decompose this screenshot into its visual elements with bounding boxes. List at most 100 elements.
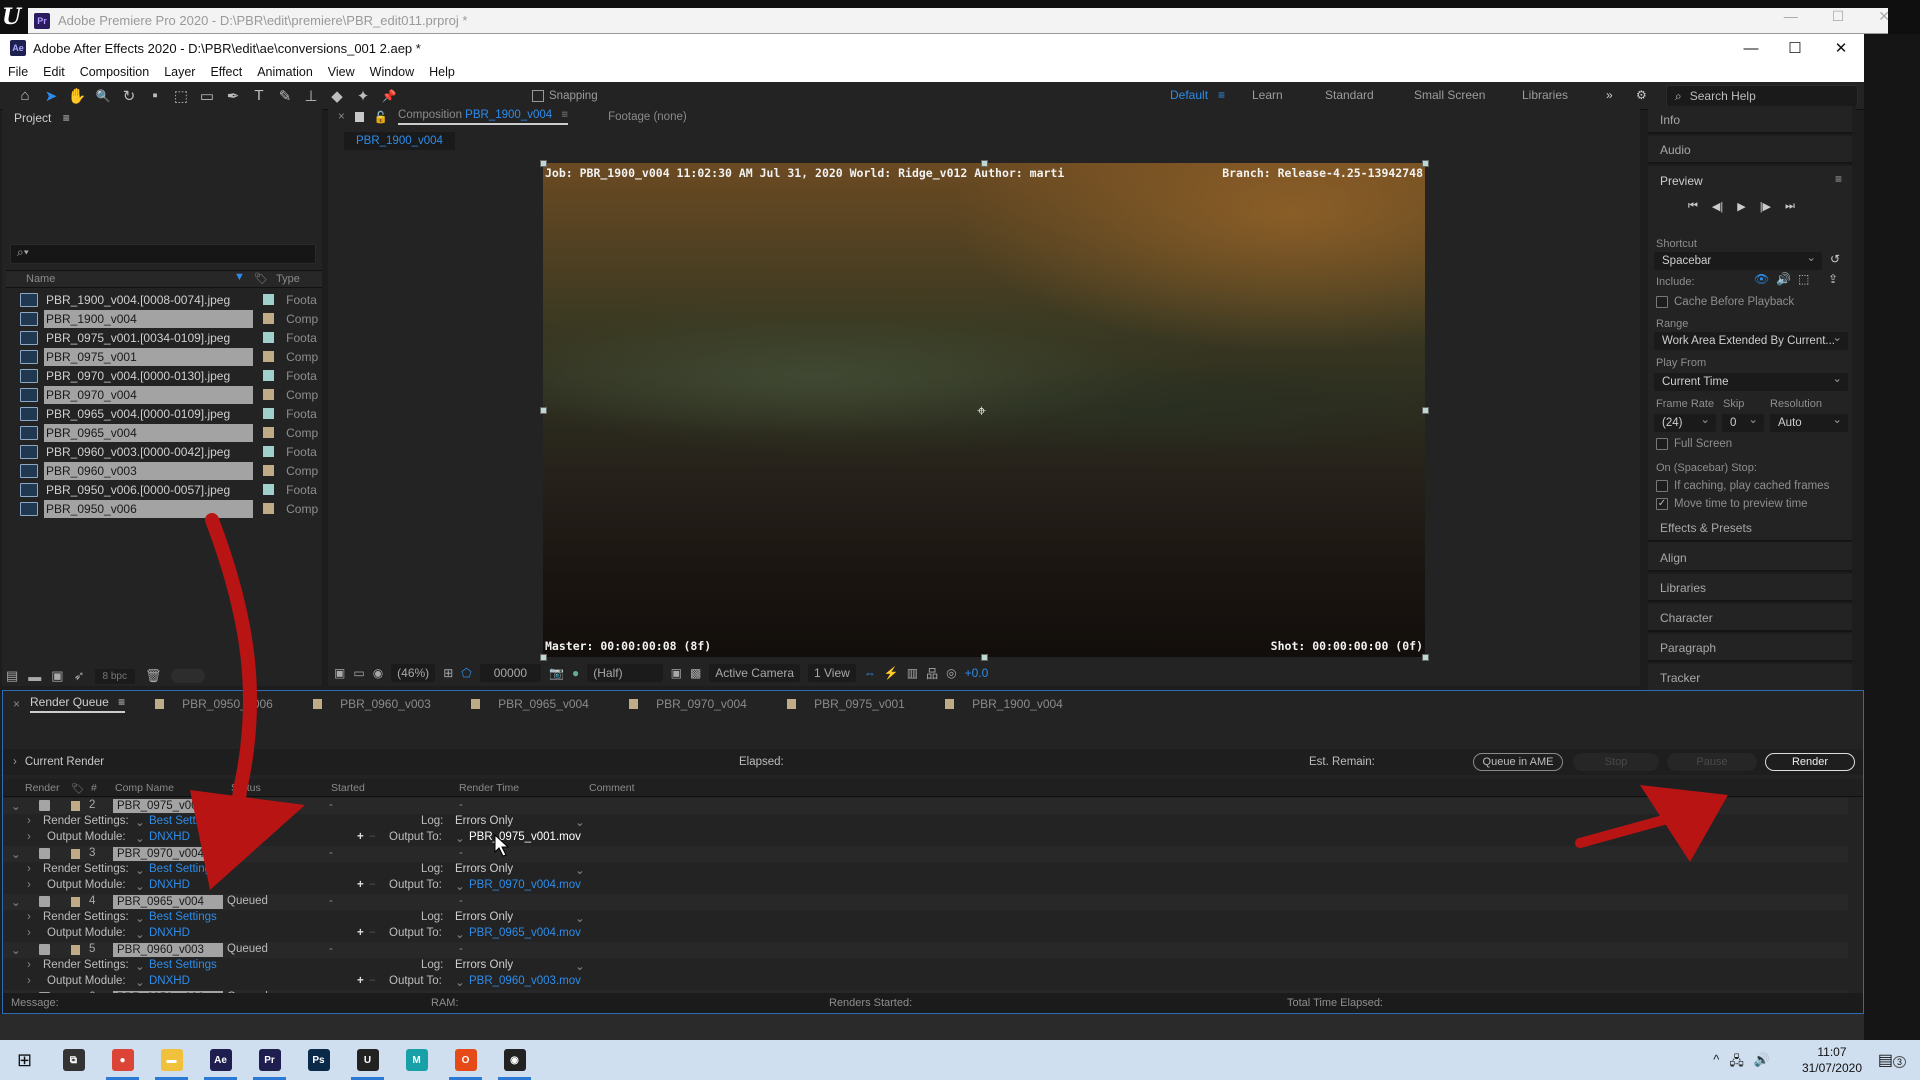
interpret-footage-icon[interactable]: ▤ (6, 668, 18, 684)
taskbar-photoshop[interactable]: Ps (294, 1040, 343, 1080)
minimize-button[interactable]: — (1728, 34, 1774, 62)
type-tool-icon[interactable]: T (246, 84, 272, 108)
taskbar-chrome[interactable]: ● (98, 1040, 147, 1080)
flowchart-icon[interactable]: 品 (926, 665, 938, 682)
tab-comp-timeline[interactable]: PBR_1900_v004 (945, 697, 1103, 711)
menu-layer[interactable]: Layer (164, 65, 195, 79)
output-to-dropdown-icon[interactable]: ⌄ (455, 879, 465, 893)
reset-exposure-icon[interactable]: ◎ (946, 666, 956, 680)
column-comp-name[interactable]: Comp Name (115, 782, 174, 794)
expand-arrow-icon[interactable]: › (27, 815, 31, 827)
timeline-icon[interactable]: ▥ (907, 666, 918, 680)
project-item[interactable]: PBR_1900_v004.[0008-0074].jpeg Foota (6, 290, 322, 309)
layer-handle[interactable] (1422, 160, 1429, 167)
menu-effect[interactable]: Effect (210, 65, 242, 79)
delete-icon[interactable]: 🗑 (145, 668, 162, 684)
flowchart-toggle[interactable] (171, 669, 206, 683)
minimize-icon[interactable]: — (1784, 8, 1798, 25)
workspace-learn[interactable]: Learn (1252, 88, 1283, 102)
output-file-link[interactable]: PBR_0975_v001.mov (469, 831, 581, 843)
start-button[interactable]: ⊞ (0, 1040, 49, 1080)
panel-menu-icon[interactable]: ≡ (1835, 172, 1842, 186)
menu-edit[interactable]: Edit (43, 65, 65, 79)
current-render-label[interactable]: Current Render (25, 756, 104, 768)
anchor-point-icon[interactable]: ⌖ (977, 403, 986, 421)
layer-handle[interactable] (981, 654, 988, 661)
tab-footage[interactable]: Footage (none) (608, 111, 687, 123)
puppet-pin-tool-icon[interactable]: 📌 (376, 84, 402, 108)
label-color-swatch[interactable] (263, 332, 275, 343)
log-dropdown[interactable]: Errors Only (455, 959, 587, 971)
composition-viewer[interactable]: Job: PBR_1900_v004 11:02:30 AM Jul 31, 2… (543, 163, 1425, 657)
expand-arrow-icon[interactable]: ⌄ (11, 895, 21, 909)
panel-menu-icon[interactable]: ≡ (118, 695, 125, 709)
region-of-interest-icon[interactable]: ▣ (671, 666, 682, 680)
queue-in-ame-button[interactable]: Queue in AME (1473, 753, 1563, 771)
first-frame-icon[interactable]: ⏮ (1688, 200, 1698, 213)
label-color-swatch[interactable] (263, 351, 275, 362)
label-color-swatch[interactable] (263, 446, 275, 457)
render-settings-link[interactable]: Best Settings (149, 959, 217, 971)
column-comment[interactable]: Comment (589, 782, 635, 794)
move-time-checkbox[interactable]: ✓ Move time to preview time (1656, 498, 1808, 510)
workspace-small-screen[interactable]: Small Screen (1414, 88, 1485, 102)
layer-handle[interactable] (540, 160, 547, 167)
workspace-overflow-icon[interactable]: » (1606, 88, 1613, 102)
label-tag-icon[interactable]: 🏷 (254, 272, 268, 285)
fast-previews-icon[interactable]: ⚡ (884, 666, 899, 680)
panel-align[interactable]: Align (1648, 544, 1852, 572)
layer-handle[interactable] (1422, 654, 1429, 661)
render-button[interactable]: Render (1765, 753, 1855, 771)
project-item[interactable]: PBR_0950_v006 Comp (6, 499, 322, 518)
panel-effects-presets[interactable]: Effects & Presets (1648, 514, 1852, 542)
tab-comp-timeline[interactable]: PBR_0960_v003 (313, 697, 471, 711)
comp-name[interactable]: PBR_0975_v001 (113, 799, 223, 813)
network-icon[interactable]: 🖧 (1729, 1052, 1744, 1074)
render-queue-item[interactable]: ⌄ 3 PBR_0970_v004 - - (3, 846, 1848, 862)
render-settings-dropdown-icon[interactable]: ⌄ (135, 863, 145, 877)
maximize-icon[interactable]: ☐ (1832, 8, 1845, 25)
close-icon[interactable]: ✕ (1878, 8, 1890, 25)
comp-breadcrumb[interactable]: PBR_1900_v004 (344, 132, 455, 150)
output-to-dropdown-icon[interactable]: ⌄ (455, 927, 465, 941)
title-bar[interactable]: Ae Adobe After Effects 2020 - D:\PBR\edi… (0, 34, 1864, 62)
render-checkbox[interactable] (39, 848, 50, 859)
column-started[interactable]: Started (331, 782, 365, 794)
new-folder-icon[interactable]: ▬ (28, 669, 41, 684)
export-icon[interactable]: ⇪ (1828, 272, 1838, 286)
label-color-swatch[interactable] (263, 313, 275, 324)
panel-libraries[interactable]: Libraries (1648, 574, 1852, 602)
log-dropdown[interactable]: Errors Only (455, 863, 587, 875)
render-queue-item[interactable]: ⌄ 5 PBR_0960_v003 Queued - - (3, 942, 1848, 958)
render-checkbox[interactable] (39, 800, 50, 811)
project-item[interactable]: PBR_0950_v006.[0000-0057].jpeg Foota (6, 480, 322, 499)
project-item[interactable]: PBR_0975_v001 Comp (6, 347, 322, 366)
snapshot-icon[interactable]: 📷 (549, 666, 564, 680)
next-frame-icon[interactable]: |▶ (1760, 200, 1771, 213)
resolution-dropdown[interactable]: (Half) (587, 664, 663, 682)
include-audio-icon[interactable]: 🔊 (1776, 272, 1791, 286)
comp-name[interactable]: PBR_0970_v004 (113, 847, 223, 861)
label-color-swatch[interactable] (263, 370, 275, 381)
tray-overflow-icon[interactable]: ^ (1713, 1052, 1719, 1074)
label-color-swatch[interactable] (263, 408, 275, 419)
pen-tool-icon[interactable]: ✒ (220, 84, 246, 108)
project-search-input[interactable]: ⌕▾ (10, 244, 316, 264)
taskbar-obs[interactable]: ◉ (490, 1040, 539, 1080)
render-settings-dropdown-icon[interactable]: ⌄ (135, 911, 145, 925)
output-module-dropdown-icon[interactable]: ⌄ (135, 975, 145, 989)
column-number[interactable]: # (91, 782, 97, 794)
log-dropdown[interactable]: Errors Only (455, 815, 587, 827)
project-item[interactable]: PBR_0960_v003.[0000-0042].jpeg Foota (6, 442, 322, 461)
notifications-icon[interactable]: ▤ 3 (1878, 1050, 1906, 1070)
current-time-field[interactable]: 00000 (479, 664, 542, 682)
skip-dropdown[interactable]: 0 (1722, 411, 1764, 432)
expand-arrow-icon[interactable]: › (27, 927, 31, 939)
layer-handle[interactable] (981, 160, 988, 167)
workspace-standard[interactable]: Standard (1325, 88, 1374, 102)
remove-output-module-icon[interactable]: − (369, 831, 376, 843)
layer-handle[interactable] (1422, 407, 1429, 414)
add-output-module-icon[interactable]: + (357, 975, 364, 987)
column-render[interactable]: Render (25, 782, 59, 794)
column-name[interactable]: Name (26, 273, 55, 285)
